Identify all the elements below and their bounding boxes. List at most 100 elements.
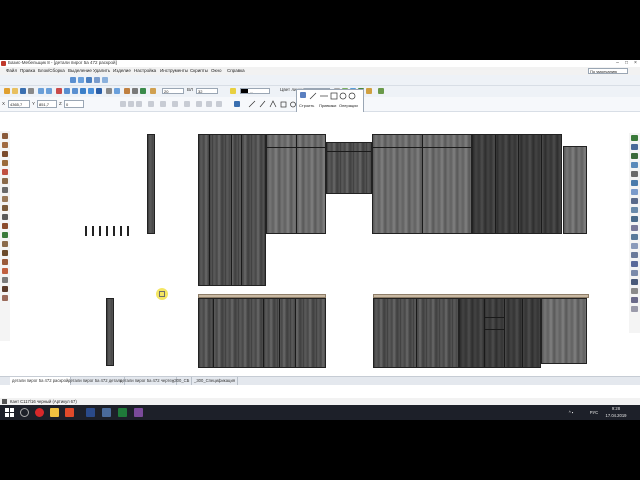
drawing-canvas[interactable] [10, 112, 629, 376]
copy-icon[interactable] [64, 88, 70, 94]
view-front-icon[interactable] [631, 135, 638, 141]
textured-icon[interactable] [631, 216, 638, 222]
menu-edit[interactable]: Правка [20, 67, 35, 75]
menu-window[interactable]: Окно [211, 67, 221, 75]
menu-tools[interactable]: Инструменты [160, 67, 188, 75]
lower-drawer-unit[interactable] [459, 298, 541, 368]
clock-time[interactable]: 9:28 [602, 405, 630, 412]
draw-tools-icon[interactable] [248, 100, 298, 108]
cornice-icon[interactable] [2, 241, 8, 247]
profile-tool-icon[interactable] [2, 187, 8, 193]
shape-tools-icon[interactable] [309, 92, 361, 100]
print-icon[interactable] [28, 88, 34, 94]
edge-icon[interactable] [2, 277, 8, 283]
coord-x-input[interactable]: 4365,7 [8, 100, 30, 108]
clock-date[interactable]: 17.04.2019 [602, 412, 630, 419]
material-icon[interactable] [124, 88, 130, 94]
lock-icon[interactable] [631, 279, 638, 285]
excel-icon[interactable] [118, 408, 127, 417]
upper-end-panel[interactable] [563, 146, 587, 234]
maximize-button[interactable]: □ [622, 60, 631, 67]
side-panel-bottom[interactable] [106, 298, 114, 366]
facade-tool-icon[interactable] [2, 169, 8, 175]
photoshop-icon[interactable] [86, 408, 95, 417]
view-top-icon[interactable] [631, 144, 638, 150]
save-icon[interactable] [20, 88, 26, 94]
opera-icon[interactable] [35, 408, 44, 417]
layers-icon[interactable] [132, 88, 138, 94]
close-button[interactable]: × [631, 60, 640, 67]
upper-right-cabinets[interactable] [372, 134, 472, 234]
offset-icon[interactable] [184, 101, 190, 107]
snap-icon[interactable] [88, 88, 94, 94]
start-icon[interactable] [5, 408, 14, 417]
texture-icon[interactable] [140, 88, 146, 94]
new-file-icon[interactable] [4, 88, 10, 94]
minimize-button[interactable]: – [613, 60, 622, 67]
align-center-icon[interactable] [128, 101, 134, 107]
side-panel-top[interactable] [147, 134, 155, 234]
fastener-icon[interactable] [2, 223, 8, 229]
countertop-icon[interactable] [2, 196, 8, 202]
lower-end-cabinet[interactable] [541, 298, 587, 364]
paste-icon[interactable] [72, 88, 78, 94]
wall-tool-icon[interactable] [2, 151, 8, 157]
array-icon[interactable] [172, 101, 178, 107]
back-panel-icon[interactable] [2, 160, 8, 166]
menu-file[interactable]: Файл [6, 67, 17, 75]
dimension-icon[interactable] [631, 243, 638, 249]
distribute-icon[interactable] [148, 101, 154, 107]
magnet-icon[interactable] [96, 88, 102, 94]
model-icon[interactable] [2, 232, 8, 238]
upper-center-hood-panel[interactable] [326, 142, 372, 194]
upper-far-right-cabinets[interactable] [472, 134, 562, 234]
rotate-icon[interactable] [102, 77, 108, 83]
tab-layout[interactable]: детали пирог 5а 472 раскрой [10, 377, 72, 385]
color-select[interactable]: ... [240, 88, 270, 94]
tab-specification[interactable]: _300_Спецификация [192, 377, 239, 385]
wireframe-icon[interactable] [631, 198, 638, 204]
explorer-icon[interactable] [50, 408, 59, 417]
lower-left-cabinets[interactable] [198, 298, 326, 368]
align-left-icon[interactable] [120, 101, 126, 107]
show-all-icon[interactable] [631, 270, 638, 276]
door-icon[interactable] [2, 250, 8, 256]
explode-icon[interactable] [631, 252, 638, 258]
menu-selection[interactable]: Выделение [68, 67, 92, 75]
light-icon[interactable] [230, 88, 236, 94]
tab-assembly[interactable]: _300_СБ [170, 377, 193, 385]
undo-icon[interactable] [38, 88, 44, 94]
zoom-icon[interactable] [70, 77, 76, 83]
camera-icon[interactable] [631, 288, 638, 294]
tab-build[interactable]: Строить [299, 103, 314, 109]
tab-operations[interactable]: Операции [339, 103, 358, 109]
upper-left-tall-section[interactable] [198, 134, 266, 286]
section-icon[interactable] [631, 234, 638, 240]
view-right-icon[interactable] [631, 162, 638, 168]
line-tool-icon[interactable] [106, 88, 112, 94]
measure-icon[interactable] [114, 88, 120, 94]
language-indicator[interactable]: РУС [588, 409, 600, 416]
menu-scripts[interactable]: Скрипты [190, 67, 208, 75]
redo-icon[interactable] [46, 88, 52, 94]
cut-icon[interactable] [56, 88, 62, 94]
hole-icon[interactable] [2, 268, 8, 274]
align-right-icon[interactable] [136, 101, 142, 107]
properties-icon[interactable] [150, 88, 156, 94]
glass-icon[interactable] [2, 259, 8, 265]
zoom-window-icon[interactable] [78, 77, 84, 83]
perspective-icon[interactable] [631, 225, 638, 231]
export-icon[interactable] [378, 88, 384, 94]
basis-icon[interactable] [102, 408, 111, 417]
open-file-icon[interactable] [12, 88, 18, 94]
settings-icon[interactable] [366, 88, 372, 94]
bucket-icon[interactable] [234, 101, 240, 107]
upper-middle-cabinets[interactable] [266, 134, 326, 234]
shelf-tool-icon[interactable] [2, 142, 8, 148]
hardware-icon[interactable] [2, 214, 8, 220]
app-icon-2[interactable] [134, 408, 143, 417]
view-left-icon[interactable] [631, 153, 638, 159]
menu-settings[interactable]: Настройка [134, 67, 156, 75]
fillet-icon[interactable] [216, 101, 222, 107]
height-select[interactable]: 32 [196, 88, 218, 94]
